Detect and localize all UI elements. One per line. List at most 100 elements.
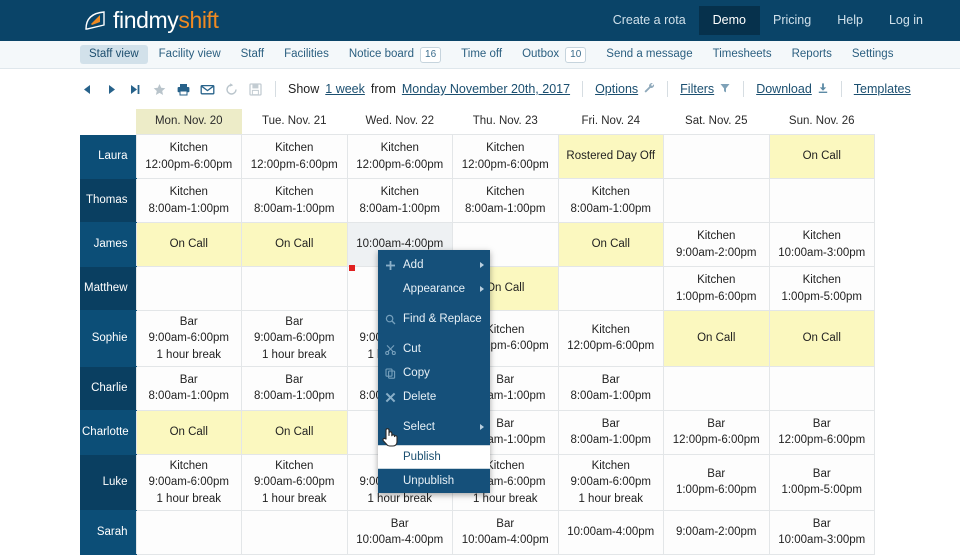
staff-name-cell[interactable]: James <box>80 223 136 267</box>
day-header-fri[interactable]: Fri. Nov. 24 <box>558 109 664 135</box>
star-icon[interactable] <box>152 82 167 97</box>
shift-cell[interactable]: Kitchen8:00am-1:00pm <box>347 179 453 223</box>
shift-cell[interactable]: Bar12:00pm-6:00pm <box>664 410 770 454</box>
day-header-sat[interactable]: Sat. Nov. 25 <box>664 109 770 135</box>
shift-cell[interactable]: On Call <box>242 223 348 267</box>
context-menu-item-find-replace[interactable]: Find & Replace <box>378 307 490 331</box>
staff-name-cell[interactable]: Thomas <box>80 179 136 223</box>
staff-name-cell[interactable]: Charlie <box>80 366 136 410</box>
context-menu-item-select[interactable]: Select <box>378 415 490 439</box>
shift-cell[interactable] <box>769 366 875 410</box>
staff-name-cell[interactable]: Sarah <box>80 510 136 554</box>
shift-cell[interactable]: Kitchen8:00am-1:00pm <box>558 179 664 223</box>
shift-cell[interactable]: Bar1:00pm-5:00pm <box>769 454 875 510</box>
topnav-demo[interactable]: Demo <box>699 6 760 35</box>
shift-cell[interactable]: Kitchen9:00am-6:00pm1 hour break <box>136 454 242 510</box>
shift-cell[interactable]: 9:00am-2:00pm <box>664 510 770 554</box>
shift-cell[interactable]: Kitchen9:00am-6:00pm1 hour break <box>558 454 664 510</box>
shift-cell[interactable] <box>136 267 242 311</box>
tab-facilities[interactable]: Facilities <box>275 45 338 65</box>
from-date-value[interactable]: Monday November 20th, 2017 <box>402 82 570 96</box>
tab-facility-view[interactable]: Facility view <box>150 45 230 65</box>
next-icon[interactable] <box>104 82 119 97</box>
shift-cell[interactable]: Bar8:00am-1:00pm <box>558 366 664 410</box>
brand-logo[interactable]: findmyshift <box>84 9 219 32</box>
shift-cell[interactable]: Kitchen12:00pm-6:00pm <box>453 135 559 179</box>
tab-staff-view[interactable]: Staff view <box>80 45 148 65</box>
shift-cell[interactable]: Kitchen12:00pm-6:00pm <box>242 135 348 179</box>
shift-cell[interactable]: Kitchen10:00am-3:00pm <box>769 223 875 267</box>
tab-notice-board[interactable]: Notice board 16 <box>340 43 450 67</box>
shift-cell[interactable]: Kitchen8:00am-1:00pm <box>136 179 242 223</box>
context-menu-item-copy[interactable]: Copy <box>378 361 490 385</box>
shift-cell[interactable] <box>664 179 770 223</box>
staff-name-cell[interactable]: Charlotte <box>80 410 136 454</box>
shift-cell[interactable] <box>664 366 770 410</box>
shift-cell[interactable]: On Call <box>136 410 242 454</box>
shift-cell[interactable]: Kitchen12:00pm-6:00pm <box>558 311 664 367</box>
show-range-value[interactable]: 1 week <box>325 82 365 96</box>
tab-staff[interactable]: Staff <box>232 45 273 65</box>
save-icon[interactable] <box>248 82 263 97</box>
shift-cell[interactable]: Bar10:00am-3:00pm <box>769 510 875 554</box>
context-menu-item-add[interactable]: Add <box>378 253 490 277</box>
shift-cell[interactable] <box>242 510 348 554</box>
filters-button[interactable]: Filters <box>680 82 731 97</box>
shift-cell[interactable]: Bar12:00pm-6:00pm <box>769 410 875 454</box>
context-menu-item-cut[interactable]: Cut <box>378 337 490 361</box>
topnav-help[interactable]: Help <box>824 8 876 33</box>
shift-cell[interactable]: Bar1:00pm-6:00pm <box>664 454 770 510</box>
print-icon[interactable] <box>176 82 191 97</box>
shift-cell[interactable]: Kitchen8:00am-1:00pm <box>453 179 559 223</box>
shift-cell[interactable]: On Call <box>769 311 875 367</box>
context-menu-item-appearance[interactable]: Appearance <box>378 277 490 301</box>
shift-cell[interactable] <box>769 179 875 223</box>
shift-cell[interactable]: Bar9:00am-6:00pm1 hour break <box>136 311 242 367</box>
context-menu-item-publish[interactable]: Publish <box>378 445 490 469</box>
context-menu-item-delete[interactable]: Delete <box>378 385 490 409</box>
shift-cell[interactable] <box>242 267 348 311</box>
tab-reports[interactable]: Reports <box>783 45 841 65</box>
shift-cell[interactable] <box>558 267 664 311</box>
staff-name-cell[interactable]: Luke <box>80 454 136 510</box>
refresh-icon[interactable] <box>224 82 239 97</box>
tab-time-off[interactable]: Time off <box>452 45 511 65</box>
options-button[interactable]: Options <box>595 82 655 97</box>
context-menu-item-unpublish[interactable]: Unpublish <box>378 469 490 493</box>
shift-cell[interactable]: Bar8:00am-1:00pm <box>242 366 348 410</box>
staff-name-cell[interactable]: Laura <box>80 135 136 179</box>
shift-cell[interactable]: On Call <box>769 135 875 179</box>
day-header-mon[interactable]: Mon. Nov. 20 <box>136 109 242 135</box>
shift-cell[interactable]: 10:00am-4:00pm <box>558 510 664 554</box>
tab-timesheets[interactable]: Timesheets <box>704 45 781 65</box>
tab-outbox[interactable]: Outbox 10 <box>513 43 595 67</box>
staff-name-cell[interactable]: Matthew <box>80 267 136 311</box>
topnav-pricing[interactable]: Pricing <box>760 8 824 33</box>
templates-button[interactable]: Templates <box>854 82 911 96</box>
shift-cell[interactable]: Bar9:00am-6:00pm1 hour break <box>242 311 348 367</box>
shift-cell[interactable]: On Call <box>558 223 664 267</box>
email-icon[interactable] <box>200 82 215 97</box>
skip-to-end-icon[interactable] <box>128 82 143 97</box>
shift-cell[interactable]: Kitchen1:00pm-6:00pm <box>664 267 770 311</box>
shift-cell[interactable]: Rostered Day Off <box>558 135 664 179</box>
shift-cell[interactable]: Kitchen12:00pm-6:00pm <box>136 135 242 179</box>
shift-cell[interactable]: On Call <box>664 311 770 367</box>
shift-cell[interactable]: Bar8:00am-1:00pm <box>558 410 664 454</box>
shift-cell[interactable]: Kitchen12:00pm-6:00pm <box>347 135 453 179</box>
shift-cell[interactable]: On Call <box>242 410 348 454</box>
shift-cell[interactable]: Kitchen8:00am-1:00pm <box>242 179 348 223</box>
shift-cell[interactable]: Bar10:00am-4:00pm <box>347 510 453 554</box>
previous-icon[interactable] <box>80 82 95 97</box>
day-header-tue[interactable]: Tue. Nov. 21 <box>242 109 348 135</box>
shift-cell[interactable]: Kitchen1:00pm-5:00pm <box>769 267 875 311</box>
shift-cell[interactable]: On Call <box>136 223 242 267</box>
shift-cell[interactable]: Bar8:00am-1:00pm <box>136 366 242 410</box>
shift-cell[interactable] <box>664 135 770 179</box>
day-header-sun[interactable]: Sun. Nov. 26 <box>769 109 875 135</box>
tab-settings[interactable]: Settings <box>843 45 903 65</box>
topnav-create-a-rota[interactable]: Create a rota <box>600 8 699 33</box>
shift-cell[interactable]: Kitchen9:00am-6:00pm1 hour break <box>242 454 348 510</box>
download-button[interactable]: Download <box>756 82 829 97</box>
shift-cell[interactable]: Kitchen9:00am-2:00pm <box>664 223 770 267</box>
